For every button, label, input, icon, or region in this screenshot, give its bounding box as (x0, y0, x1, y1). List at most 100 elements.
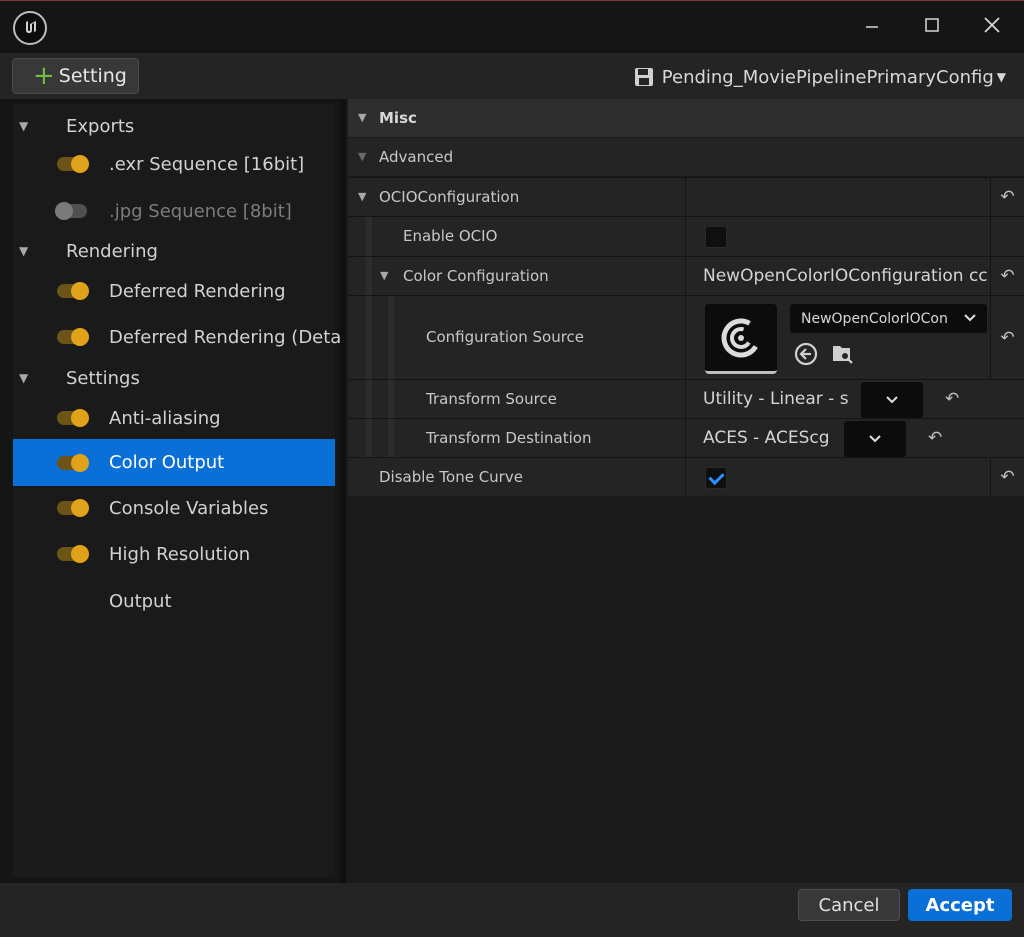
reset-to-default-button[interactable]: ↶ (990, 178, 1024, 216)
maximize-icon (925, 18, 939, 32)
reset-arrow-icon: ↶ (1000, 266, 1015, 286)
asset-name: NewOpenColorIOCon (801, 310, 948, 327)
tree-label: Console Variables (109, 497, 269, 519)
property-name: Color Configuration (403, 267, 549, 285)
indent-guide (366, 380, 372, 418)
collapse-arrow-icon[interactable]: ▼ (358, 190, 366, 203)
chevron-down-icon (869, 435, 881, 443)
enable-toggle[interactable] (57, 453, 89, 472)
section-advanced[interactable]: ▼ Advanced (348, 138, 1024, 176)
add-setting-label: Setting (58, 65, 127, 87)
tree-label: Deferred Rendering (109, 280, 286, 302)
tree-item-exr-sequence[interactable]: .exr Sequence [16bit] (13, 142, 335, 186)
ocio-logo-icon (721, 318, 761, 357)
property-name: Disable Tone Curve (379, 468, 523, 486)
enable-ocio-checkbox[interactable] (705, 226, 727, 248)
preset-name: Pending_MoviePipelinePrimaryConfig (661, 66, 994, 88)
minimize-button[interactable] (852, 11, 892, 39)
accept-button[interactable]: Accept (908, 889, 1012, 921)
collapse-arrow-icon: ▼ (19, 119, 29, 133)
section-title: Advanced (379, 148, 454, 166)
property-disable-tone-curve: Disable Tone Curve ↶ (348, 457, 1024, 496)
tree-item-deferred-rendering-detail[interactable]: Deferred Rendering (Detail (13, 315, 351, 359)
transform-destination-value: ACES - ACEScg (703, 428, 830, 448)
tree-label: Exports (66, 115, 135, 137)
enable-toggle[interactable] (57, 499, 89, 517)
caret-down-icon: ▼ (996, 70, 1006, 84)
enable-toggle[interactable] (57, 328, 89, 346)
reset-arrow-icon: ↶ (1000, 467, 1015, 487)
tree-item-console-variables[interactable]: Console Variables (13, 486, 335, 530)
tree-label: Output (109, 590, 172, 612)
transform-destination-dropdown-button[interactable] (844, 421, 906, 457)
value-column: NewOpenColorIOConfiguration cc (685, 257, 990, 295)
cancel-button[interactable]: Cancel (798, 889, 900, 921)
tree-category-rendering[interactable]: ▼ Rendering (13, 229, 335, 273)
property-name: Transform Source (426, 390, 557, 408)
indent-guide (388, 380, 394, 418)
indent-guide (366, 217, 372, 256)
close-icon (984, 17, 1000, 33)
enable-toggle[interactable] (57, 155, 89, 173)
tree-label: Anti-aliasing (109, 407, 221, 429)
reset-arrow-icon[interactable]: ↶ (928, 428, 942, 448)
property-configuration-source: Configuration Source NewOpenColorIOCon ↶ (348, 295, 1024, 379)
title-bar (0, 1, 1024, 53)
value-column: NewOpenColorIOCon (685, 296, 990, 379)
tree-label: Rendering (66, 240, 158, 262)
transform-source-dropdown-button[interactable] (861, 382, 923, 418)
reset-arrow-icon: ↶ (1000, 327, 1015, 348)
tree-category-settings[interactable]: ▼ Settings (13, 356, 335, 400)
reset-to-default-button[interactable]: ↶ (990, 257, 1024, 295)
use-selected-asset-icon[interactable] (794, 342, 818, 366)
value-column (685, 217, 990, 256)
close-button[interactable] (972, 11, 1012, 39)
expand-arrow-icon: ▼ (358, 150, 367, 163)
value-column: ACES - ACEScg ↶ (685, 419, 1024, 457)
enable-toggle[interactable] (55, 202, 87, 220)
chevron-down-icon (886, 396, 898, 404)
reset-arrow-icon[interactable]: ↶ (945, 389, 959, 409)
tree-item-deferred-rendering[interactable]: Deferred Rendering (13, 269, 335, 313)
property-name: OCIOConfiguration (379, 188, 520, 206)
reset-to-default-button[interactable]: ↶ (990, 458, 1024, 496)
tree-label: .jpg Sequence [8bit] (109, 200, 292, 222)
collapse-arrow-icon: ▼ (19, 244, 29, 258)
browse-to-asset-icon[interactable] (830, 342, 854, 366)
enable-toggle[interactable] (57, 282, 89, 300)
maximize-button[interactable] (912, 11, 952, 39)
indent-guide (388, 296, 394, 379)
property-color-configuration: ▼ Color Configuration NewOpenColorIOConf… (348, 256, 1024, 295)
property-name: Configuration Source (426, 328, 585, 346)
property-name: Enable OCIO (403, 227, 498, 245)
tree-label: Deferred Rendering (Detail (109, 326, 352, 348)
tree-label: Color Output (109, 452, 225, 473)
property-enable-ocio: Enable OCIO (348, 216, 1024, 256)
settings-tree: ▼ Exports .exr Sequence [16bit] .jpg Seq… (13, 104, 351, 877)
reset-to-default-button[interactable]: ↶ (990, 296, 1024, 379)
collapse-arrow-icon[interactable]: ▼ (380, 269, 388, 282)
tree-item-output[interactable]: Output (13, 579, 335, 623)
tree-item-jpg-sequence[interactable]: .jpg Sequence [8bit] (13, 189, 335, 233)
reset-column (990, 217, 1024, 256)
value-column: Utility - Linear - s ↶ (685, 380, 1024, 418)
preset-selector[interactable]: Pending_MoviePipelinePrimaryConfig ▼ (634, 65, 1006, 89)
indent-guide (366, 257, 372, 295)
tree-item-high-resolution[interactable]: High Resolution (13, 532, 335, 576)
enable-toggle[interactable] (57, 545, 89, 563)
asset-thumbnail[interactable] (705, 304, 777, 374)
movie-pipeline-config-window: + Setting Pending_MoviePipelinePrimaryCo… (0, 0, 1024, 937)
save-icon (634, 68, 653, 86)
section-misc[interactable]: ▼ Misc (348, 99, 1024, 137)
section-title: Misc (379, 109, 417, 127)
tree-item-anti-aliasing[interactable]: Anti-aliasing (13, 396, 335, 440)
tree-label: Settings (66, 367, 140, 389)
value-column (685, 458, 990, 496)
dialog-footer: Cancel Accept (0, 883, 1024, 937)
indent-guide (366, 419, 372, 457)
disable-tone-curve-checkbox[interactable] (705, 467, 727, 489)
configuration-source-dropdown[interactable]: NewOpenColorIOCon (790, 304, 987, 333)
tree-item-color-output[interactable]: Color Output (13, 439, 335, 486)
enable-toggle[interactable] (57, 409, 89, 427)
add-setting-button[interactable]: + Setting (12, 58, 139, 94)
